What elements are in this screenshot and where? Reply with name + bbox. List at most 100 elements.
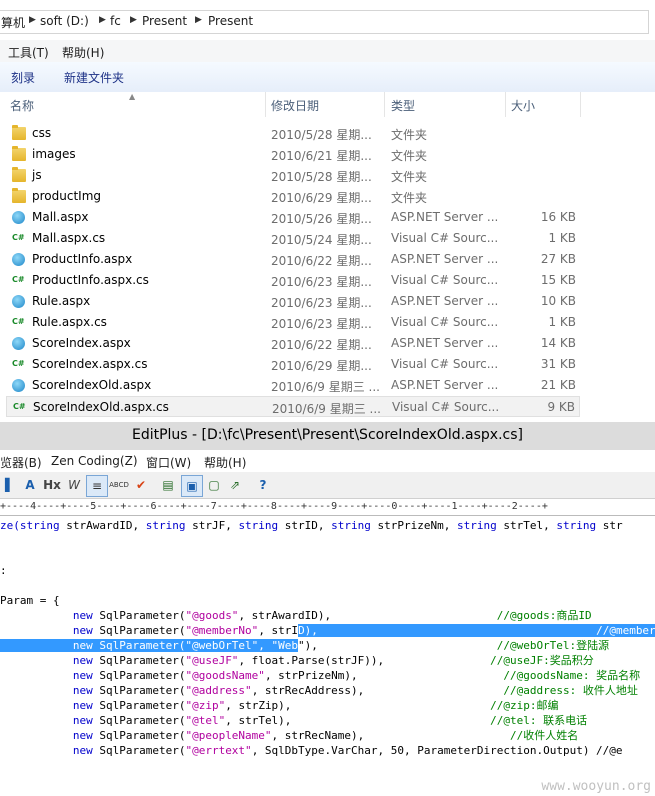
code-token: strJF, [185,519,239,532]
breadcrumb-present-current[interactable]: Present [208,14,253,28]
column-ruler: +----4----+----5----+----6----+----7----… [0,499,655,516]
file-row[interactable]: productImg 2010/6/29 星期... 文件夹 [6,186,580,207]
code-line: new SqlParameter("@tel", strTel), //@tel… [0,713,587,728]
code-token: //@address: 收件人地址 [503,684,638,697]
menu-help[interactable]: 帮助(H) [204,454,246,471]
menu-zen-coding[interactable]: Zen Coding(Z) [51,454,138,468]
column-divider[interactable] [384,92,385,117]
code-token: , SqlDbType.VarChar, 50, ParameterDirect… [251,744,623,757]
file-row[interactable]: css 2010/5/28 星期... 文件夹 [6,123,580,144]
chevron-right-icon[interactable]: ▶ [99,15,106,25]
code-token: string [145,519,186,532]
breadcrumb-drive[interactable]: soft (D:) [40,14,89,28]
file-date: 2010/6/22 星期... [271,254,372,268]
burn-button[interactable]: 刻录 [11,69,35,86]
aspx-file-icon [12,211,25,224]
file-name: css [32,126,52,140]
help-icon[interactable]: ? [253,475,273,495]
code-token: , strI [258,624,299,637]
file-row[interactable]: images 2010/6/21 星期... 文件夹 [6,144,580,165]
file-row[interactable]: ProductInfo.aspx 2010/6/22 星期... ASP.NET S… [6,249,580,270]
breadcrumb-computer[interactable]: 算机 [1,14,25,31]
check-icon[interactable]: ✔ [131,475,151,495]
code-line: new SqlParameter("@zip", strZip), //@zip… [0,698,559,713]
breadcrumb-fc[interactable]: fc [110,14,121,28]
full-screen-icon[interactable]: ▣ [181,475,203,497]
file-row[interactable]: Rule.aspx 2010/6/23 星期... ASP.NET Server .… [6,291,580,312]
aspx-file-icon [12,253,25,266]
code-line: new SqlParameter("@address", strRecAddre… [0,683,638,698]
editplus-titlebar[interactable]: EditPlus - [D:\fc\Present\Present\ScoreI… [0,422,655,450]
aspx-file-icon [12,295,25,308]
code-token: string [556,519,597,532]
chevron-right-icon[interactable]: ▶ [195,15,202,25]
csharp-file-icon: C# [12,233,25,242]
selected-code-text: D), [298,624,597,637]
menu-browser[interactable]: 览器(B) [0,454,42,471]
selected-code-text: //@memberNo:会员卡号/证 [596,624,655,637]
heading-icon[interactable]: Hx [42,475,62,495]
word-wrap-icon[interactable]: W [64,475,84,495]
file-type: ASP.NET Server ... [391,210,499,224]
code-token: new [72,609,93,622]
code-token: SqlParameter( [92,669,186,682]
code-token: strAwardID, [59,519,146,532]
font-icon[interactable]: A [20,475,40,495]
menu-window[interactable]: 窗口(W) [146,454,191,471]
code-token: , strTel), [225,714,491,727]
column-divider[interactable] [580,92,581,117]
file-type: ASP.NET Server ... [391,336,499,350]
file-type: Visual C# Sourc... [391,315,499,329]
preview-icon[interactable]: ⇗ [225,475,245,495]
file-name: ScoreIndexOld.aspx.cs [33,400,169,414]
command-bar: 刻录 新建文件夹 [0,62,655,93]
file-row[interactable]: Mall.aspx 2010/5/26 星期... ASP.NET Server .… [6,207,580,228]
document-icon[interactable]: ▤ [158,475,178,495]
code-token: new [72,684,93,697]
file-size: 16 KB [540,210,576,224]
code-token: //@goods:商品ID [496,609,592,622]
code-token: , strRecName), [271,729,510,742]
column-divider[interactable] [265,92,266,117]
window-icon[interactable]: ▢ [204,475,224,495]
file-row[interactable]: ScoreIndex.aspx 2010/6/22 星期... ASP.NET Se… [6,333,580,354]
breadcrumb-present[interactable]: Present [142,14,187,28]
file-type: ASP.NET Server ... [391,378,499,392]
chevron-right-icon[interactable]: ▶ [29,15,36,25]
column-name[interactable]: 名称 [10,97,34,114]
menu-tools[interactable]: 工具(T) [8,44,49,61]
file-row[interactable]: C# Mall.aspx.cs 2010/5/24 星期... Visual C# S… [6,228,580,249]
file-size: 10 KB [540,294,576,308]
file-date: 2010/6/9 星期三 ... [271,380,380,394]
file-row[interactable]: C# Rule.aspx.cs 2010/6/23 星期... Visual C# S… [6,312,580,333]
column-size[interactable]: 大小 [511,97,535,114]
indent-icon[interactable]: ≡ [86,475,108,497]
file-row[interactable]: ScoreIndexOld.aspx 2010/6/9 星期三 ... ASP.NE… [6,375,580,396]
column-type[interactable]: 类型 [391,97,415,114]
code-editor[interactable]: ze(string strAwardID, string strJF, stri… [0,518,655,796]
file-date: 2010/5/28 星期... [271,170,372,184]
spellcheck-icon[interactable]: ABCD [109,475,129,495]
breadcrumb[interactable]: 算机 ▶ soft (D:) ▶ fc ▶ Present ▶ Present [0,10,649,34]
new-folder-button[interactable]: 新建文件夹 [64,69,124,86]
file-row[interactable]: C# ProductInfo.aspx.cs 2010/6/23 星期... Visu… [6,270,580,291]
column-divider[interactable] [505,92,506,117]
file-row[interactable]: C# ScoreIndex.aspx.cs 2010/6/29 星期... Visua… [6,354,580,375]
tool-partial-icon[interactable]: ▐ [0,475,10,495]
watermark: www.wooyun.org [541,779,651,794]
code-token: //收件人姓名 [509,729,579,742]
code-token: SqlParameter( [92,744,186,757]
column-date[interactable]: 修改日期 [271,97,319,114]
chevron-right-icon[interactable]: ▶ [130,15,137,25]
file-row[interactable]: C# ScoreIndexOld.aspx.cs 2010/6/9 星期三 ... V… [6,396,580,417]
code-token: SqlParameter( [92,699,186,712]
folder-icon [12,188,26,203]
code-token: "@useJF" [185,654,239,667]
menu-help[interactable]: 帮助(H) [62,44,104,61]
code-token: "@memberNo" [185,624,259,637]
code-token: , strAwardID), [238,609,497,622]
file-type: 文件夹 [391,191,428,205]
file-row[interactable]: js 2010/5/28 星期... 文件夹 [6,165,580,186]
file-name: images [32,147,76,161]
